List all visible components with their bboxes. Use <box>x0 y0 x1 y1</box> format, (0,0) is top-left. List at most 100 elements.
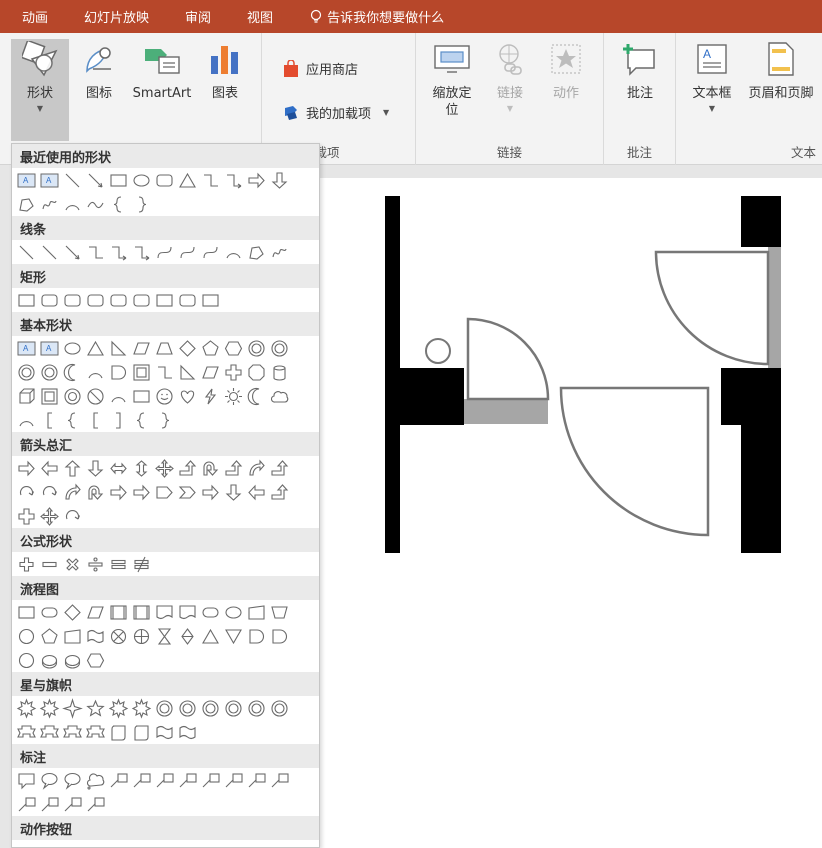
shape-ribbon-icon[interactable] <box>84 721 107 744</box>
shape-triDown-icon[interactable] <box>222 625 245 648</box>
shape-curve-icon[interactable] <box>153 241 176 264</box>
shape-minus-icon[interactable] <box>38 553 61 576</box>
comment-button[interactable]: 批注 <box>618 39 662 102</box>
shape-arrowD-icon[interactable] <box>84 457 107 480</box>
shape-flowTerm-icon[interactable] <box>38 601 61 624</box>
shape-mult-icon[interactable] <box>61 553 84 576</box>
shape-bentUp-icon[interactable] <box>222 457 245 480</box>
shape-arrowR-icon[interactable] <box>130 481 153 504</box>
shape-elbow-icon[interactable] <box>199 169 222 192</box>
shape-arrowR-icon[interactable] <box>107 481 130 504</box>
shape-para-icon[interactable] <box>130 337 153 360</box>
shape-curve-icon[interactable] <box>199 241 222 264</box>
shape-bentUp-icon[interactable] <box>176 457 199 480</box>
shape-moon-icon[interactable] <box>245 385 268 408</box>
shape-rrect-icon[interactable] <box>153 169 176 192</box>
shape-wavy-icon[interactable] <box>84 625 107 648</box>
door-arc-bottom[interactable] <box>559 386 710 537</box>
shape-notEq-icon[interactable] <box>130 553 153 576</box>
shape-freeform-icon[interactable] <box>15 193 38 216</box>
shape-line-icon[interactable] <box>38 241 61 264</box>
shape-scroll-icon[interactable] <box>107 721 130 744</box>
shape-rrect-icon[interactable] <box>61 289 84 312</box>
shape-heart-icon[interactable] <box>176 385 199 408</box>
icons-button[interactable]: 图标 <box>77 39 121 102</box>
shape-rect-icon[interactable] <box>153 289 176 312</box>
shape-uturn-icon[interactable] <box>84 481 107 504</box>
shape-diamond-icon[interactable] <box>176 337 199 360</box>
shape-curvedR-icon[interactable] <box>61 481 84 504</box>
shape-arrowUD-icon[interactable] <box>130 457 153 480</box>
shape-can-icon[interactable] <box>268 361 291 384</box>
shape-noSym-icon[interactable] <box>84 385 107 408</box>
shape-calloutLine-icon[interactable] <box>84 793 107 816</box>
shape-cloud-icon[interactable] <box>268 385 291 408</box>
shape-seal-icon[interactable] <box>38 361 61 384</box>
shape-rrect-icon[interactable] <box>84 289 107 312</box>
shape-brace-icon[interactable] <box>61 409 84 432</box>
tell-me-search[interactable]: 告诉我你想要做什么 <box>291 7 444 26</box>
circle-shape[interactable] <box>425 338 451 364</box>
link-button[interactable]: 链接 ▼ <box>488 39 532 113</box>
shape-calloutLine-icon[interactable] <box>268 769 291 792</box>
shape-rect-icon[interactable] <box>15 601 38 624</box>
shape-flowManual-icon[interactable] <box>245 601 268 624</box>
shape-flowDoc-icon[interactable] <box>176 601 199 624</box>
shape-sun-icon[interactable] <box>222 385 245 408</box>
shape-rtri-icon[interactable] <box>107 337 130 360</box>
shape-rect-icon[interactable] <box>15 289 38 312</box>
shape-calloutLine-icon[interactable] <box>15 793 38 816</box>
shape-flowOr-icon[interactable] <box>107 625 130 648</box>
shape-circArrow-icon[interactable] <box>61 505 84 528</box>
shape-delay-icon[interactable] <box>107 361 130 384</box>
wall-right-top[interactable] <box>741 196 781 247</box>
shape-flowDoc-icon[interactable] <box>153 601 176 624</box>
shape-star5-icon[interactable] <box>84 697 107 720</box>
shape-textbox-icon[interactable]: A <box>38 337 61 360</box>
shape-starN-icon[interactable] <box>107 697 130 720</box>
action-button[interactable]: 动作 <box>544 39 588 102</box>
shape-bentUp-icon[interactable] <box>268 457 291 480</box>
shape-arrowLine-icon[interactable] <box>84 169 107 192</box>
shape-uturn-icon[interactable] <box>199 457 222 480</box>
zoom-button[interactable]: 缩放定位 <box>426 39 478 119</box>
shape-flowManual-icon[interactable] <box>61 625 84 648</box>
shape-calloutLine-icon[interactable] <box>222 769 245 792</box>
shapes-button[interactable]: 形状 ▼ <box>11 39 69 141</box>
shape-starN-icon[interactable] <box>130 697 153 720</box>
shape-seal-icon[interactable] <box>245 337 268 360</box>
shape-arc-icon[interactable] <box>107 385 130 408</box>
shape-callout-icon[interactable] <box>15 769 38 792</box>
store-button[interactable]: 应用商店 <box>282 59 358 78</box>
shape-star4-icon[interactable] <box>61 697 84 720</box>
shape-seal-icon[interactable] <box>268 697 291 720</box>
shape-rect-icon[interactable] <box>199 289 222 312</box>
door-arc-top-right[interactable] <box>654 250 770 366</box>
shape-circArrow-icon[interactable] <box>15 481 38 504</box>
shape-seal-icon[interactable] <box>176 697 199 720</box>
shape-flowSum-icon[interactable] <box>130 625 153 648</box>
shape-scribble-icon[interactable] <box>38 193 61 216</box>
shape-wavy-icon[interactable] <box>176 721 199 744</box>
shape-curvedR-icon[interactable] <box>245 457 268 480</box>
shape-para-icon[interactable] <box>199 361 222 384</box>
shape-pent-icon[interactable] <box>38 625 61 648</box>
shape-pent-icon[interactable] <box>199 337 222 360</box>
shape-plus-icon[interactable] <box>15 553 38 576</box>
shape-arrowR-icon[interactable] <box>245 169 268 192</box>
shape-elbow-icon[interactable] <box>84 241 107 264</box>
shape-elbowArrow-icon[interactable] <box>130 241 153 264</box>
shape-calloutLine-icon[interactable] <box>153 769 176 792</box>
shape-arrowQuad-icon[interactable] <box>38 505 61 528</box>
shape-frame-icon[interactable] <box>130 361 153 384</box>
shape-tri-icon[interactable] <box>199 625 222 648</box>
shape-arrowL-icon[interactable] <box>38 457 61 480</box>
shape-braceR-icon[interactable] <box>153 409 176 432</box>
shape-rtri-icon[interactable] <box>176 361 199 384</box>
shape-para-icon[interactable] <box>84 601 107 624</box>
shape-circArrow-icon[interactable] <box>38 481 61 504</box>
shape-calloutLine-icon[interactable] <box>107 769 130 792</box>
shape-calloutC-icon[interactable] <box>84 769 107 792</box>
shape-arc-icon[interactable] <box>84 361 107 384</box>
shape-elbowArrow-icon[interactable] <box>107 241 130 264</box>
